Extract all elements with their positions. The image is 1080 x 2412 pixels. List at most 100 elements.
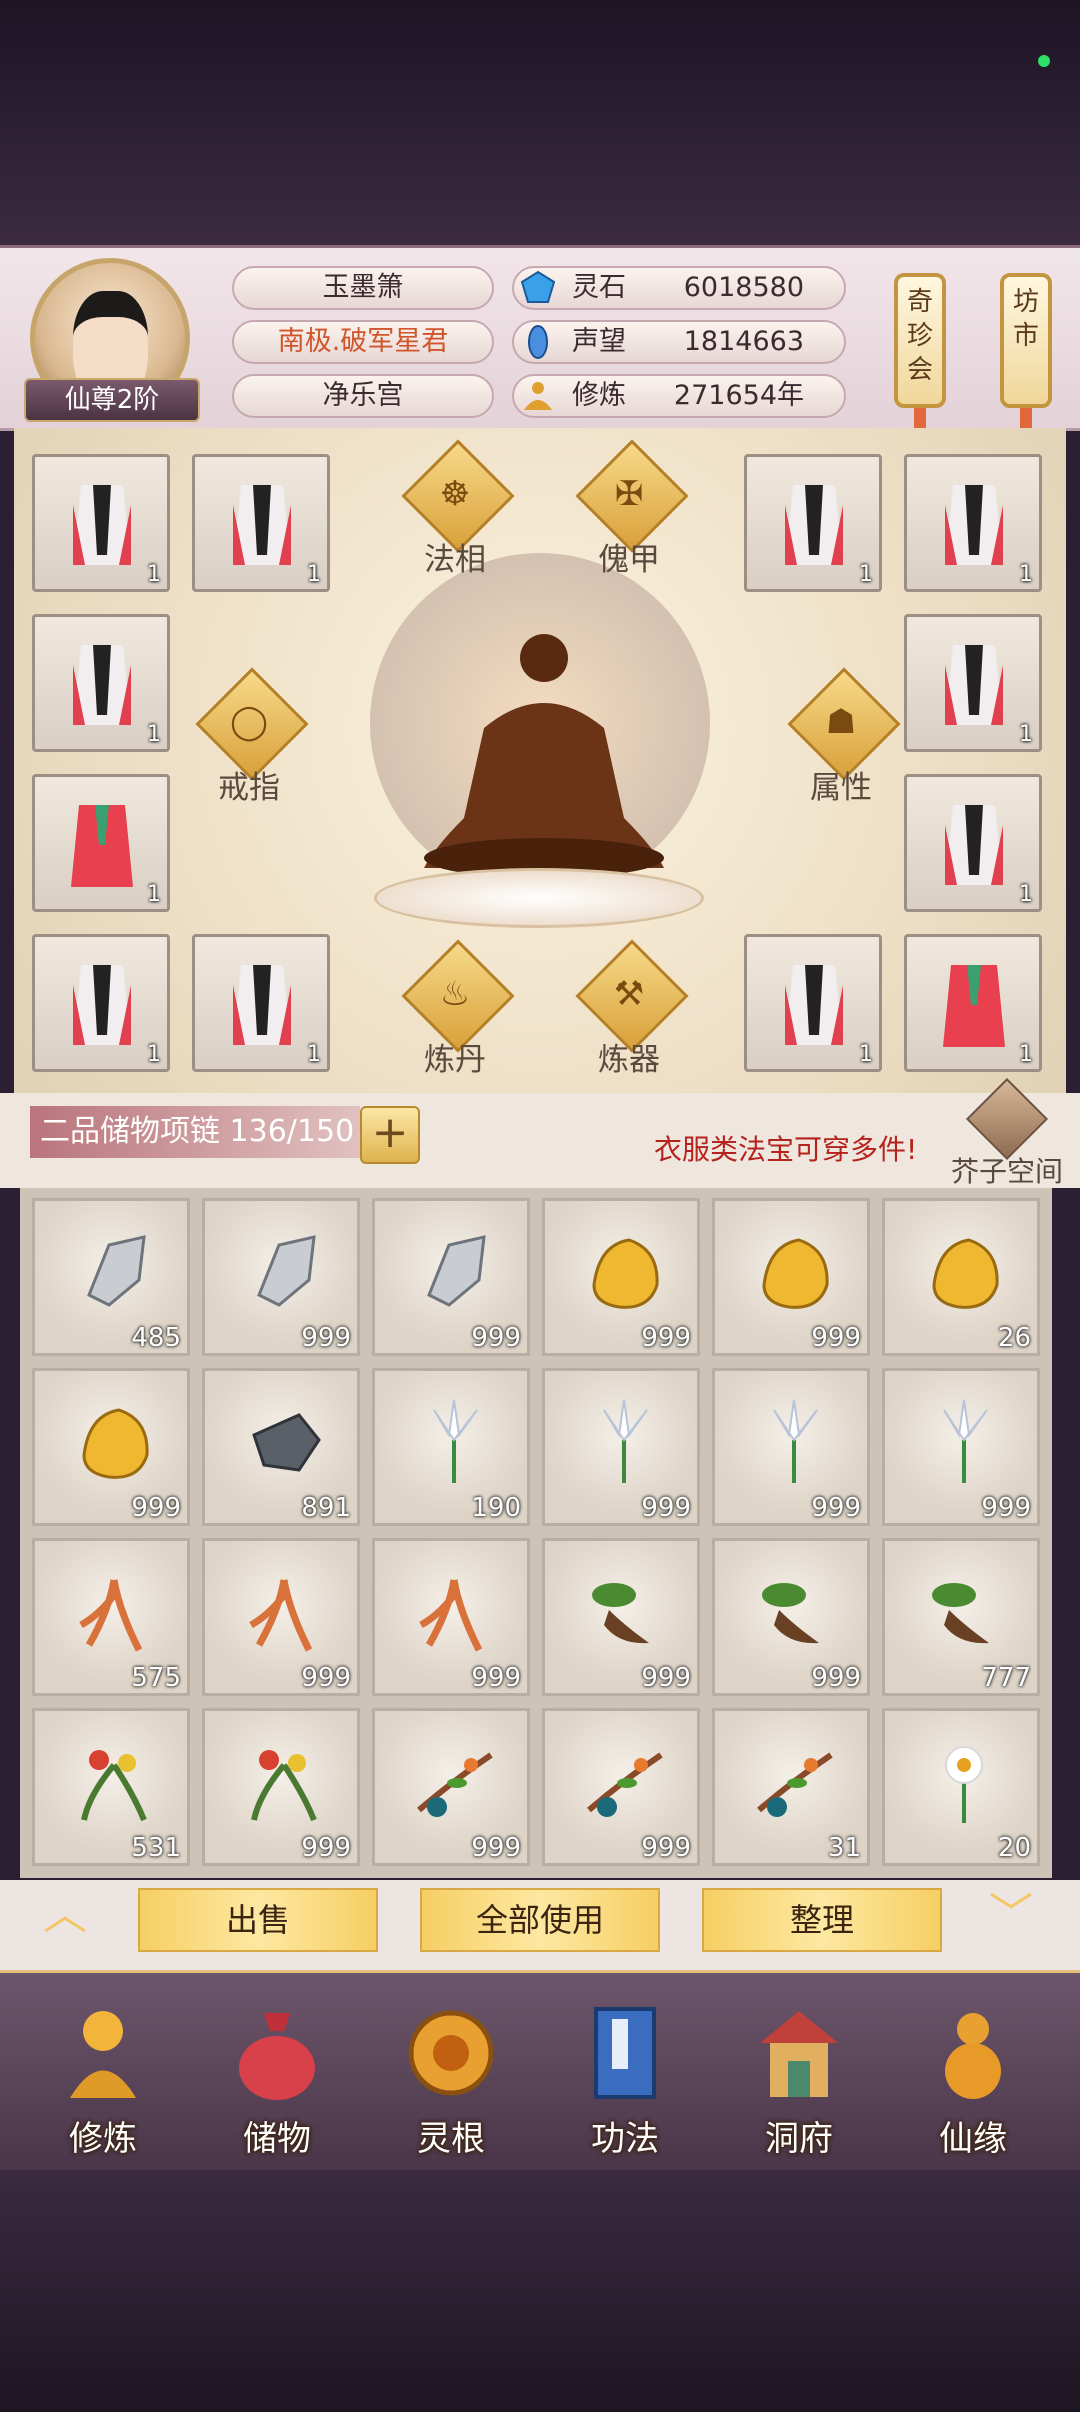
equip-slot[interactable]: 1 (192, 454, 330, 592)
inventory-slot[interactable]: 891 (202, 1368, 360, 1526)
player-sect: 净乐宫 (232, 374, 494, 418)
item-grid: 485 999 999 999 999 26 999 891 190 999 999 999 575 99… (20, 1188, 1052, 1878)
storage-bag-icon (239, 2013, 315, 2100)
item-count: 999 (131, 1493, 181, 1523)
item-count: 999 (641, 1323, 691, 1353)
item-count: 891 (301, 1493, 351, 1523)
inventory-slot[interactable]: 190 (372, 1368, 530, 1526)
sort-button[interactable]: 整理 (702, 1888, 942, 1952)
equip-slot[interactable]: 1 (192, 934, 330, 1072)
equip-slot[interactable]: 1 (904, 454, 1042, 592)
inventory-slot[interactable]: 999 (712, 1198, 870, 1356)
white-lily-icon (433, 1399, 478, 1483)
item-count: 999 (301, 1663, 351, 1693)
scripture-book-icon (594, 2007, 656, 2099)
nav-spirit-root[interactable]: 灵根 (376, 2003, 526, 2163)
inventory-slot[interactable]: 999 (202, 1538, 360, 1696)
inventory-slot[interactable]: 485 (32, 1198, 190, 1356)
item-count: 999 (301, 1323, 351, 1353)
inventory-slot[interactable]: 999 (542, 1708, 700, 1866)
resource-spirit-stone: 灵石 6018580 (512, 266, 846, 310)
equip-slot[interactable]: 1 (32, 614, 170, 752)
dark-ore-icon (252, 1413, 321, 1472)
item-count: 777 (981, 1663, 1031, 1693)
inventory-slot[interactable]: 575 (32, 1538, 190, 1696)
inventory-slot[interactable]: 999 (542, 1368, 700, 1526)
inventory-slot[interactable]: 531 (32, 1708, 190, 1866)
page-up-icon[interactable]: ︿ (30, 1893, 100, 1937)
inventory-slot[interactable]: 999 (372, 1198, 530, 1356)
equip-slot[interactable]: 1 (904, 774, 1042, 912)
item-count: 575 (131, 1663, 181, 1693)
ring-icon: ◯ (229, 702, 269, 742)
gold-ore-icon (932, 1238, 999, 1309)
sell-button[interactable]: 出售 (138, 1888, 378, 1952)
rank-badge: 仙尊2阶 (24, 378, 200, 422)
item-count: 999 (811, 1663, 861, 1693)
inventory-slot[interactable]: 999 (542, 1538, 700, 1696)
berry-branch-icon (417, 1752, 493, 1817)
spirit-root-icon (408, 2010, 494, 2096)
inventory-slot[interactable]: 20 (882, 1708, 1040, 1866)
nav-cave[interactable]: 洞府 (724, 2003, 874, 2163)
gold-ore-icon (592, 1238, 659, 1309)
equip-slot[interactable]: 1 (32, 934, 170, 1072)
inventory-slot[interactable]: 999 (202, 1708, 360, 1866)
alchemy-button[interactable]: ♨ 炼丹 (400, 939, 515, 1088)
equip-slot[interactable]: 1 (32, 774, 170, 912)
cave-house-icon (760, 2011, 838, 2097)
nav-storage[interactable]: 储物 (202, 2003, 352, 2163)
status-indicator (1038, 55, 1050, 67)
expand-storage-button[interactable]: + (360, 1106, 420, 1164)
inventory-slot[interactable]: 999 (32, 1368, 190, 1526)
meditating-silhouette (424, 634, 664, 878)
cultivation-icon (524, 382, 552, 410)
nav-cultivation[interactable]: 修炼 (28, 2003, 178, 2163)
faxiang-button[interactable]: ☸ 法相 (400, 439, 515, 588)
forge-button[interactable]: ⚒ 炼器 (574, 939, 689, 1088)
inventory-slot[interactable]: 999 (202, 1198, 360, 1356)
attributes-button[interactable]: ☗ 属性 (786, 667, 901, 816)
item-count: 999 (471, 1663, 521, 1693)
meditation-icon: ☸ (439, 474, 471, 514)
meditation-pedestal (374, 868, 704, 928)
kuijia-button[interactable]: ✠ 傀甲 (574, 439, 689, 588)
cultivation-monk-icon (70, 2011, 136, 2098)
mustard-space-button[interactable]: 芥子空间 (944, 1077, 1070, 1188)
gourd-icon (945, 2013, 1001, 2099)
inventory-slot[interactable]: 999 (712, 1538, 870, 1696)
nav-fate[interactable]: 仙缘 (898, 2003, 1048, 2163)
inventory-slot[interactable]: 999 (882, 1368, 1040, 1526)
item-count: 999 (641, 1663, 691, 1693)
root-herb-icon (762, 1583, 819, 1644)
resource-reputation: 声望 1814663 (512, 320, 846, 364)
white-lily-icon (773, 1399, 818, 1483)
player-title[interactable]: 南极.破军星君 (232, 320, 494, 364)
nav-techniques[interactable]: 功法 (550, 2003, 700, 2163)
equip-slot[interactable]: 1 (744, 934, 882, 1072)
inventory-slot[interactable]: 999 (372, 1538, 530, 1696)
inventory-slot[interactable]: 31 (712, 1708, 870, 1866)
inventory-slot[interactable]: 26 (882, 1198, 1040, 1356)
inventory-slot[interactable]: 999 (712, 1368, 870, 1526)
market-button[interactable]: 坊市 (1000, 273, 1052, 442)
ginseng-icon (419, 1579, 483, 1652)
root-herb-icon (932, 1583, 989, 1644)
item-count: 999 (471, 1323, 521, 1353)
item-count: 999 (471, 1833, 521, 1863)
resource-cultivation: 修炼 271654年 (512, 374, 846, 418)
equip-slot[interactable]: 1 (744, 454, 882, 592)
red-flower-herb-icon (81, 1750, 147, 1822)
equip-slot[interactable]: 1 (32, 454, 170, 592)
player-name: 玉墨箫 (232, 266, 494, 310)
page-down-icon[interactable]: ﹀ (976, 1893, 1046, 1937)
use-all-button[interactable]: 全部使用 (420, 1888, 660, 1952)
inventory-slot[interactable]: 999 (542, 1198, 700, 1356)
inventory-slot[interactable]: 999 (372, 1708, 530, 1866)
equip-slot[interactable]: 1 (904, 614, 1042, 752)
ring-button[interactable]: ◯ 戒指 (194, 667, 309, 816)
inventory-slot[interactable]: 777 (882, 1538, 1040, 1696)
spirit-stone-icon (520, 270, 556, 303)
equip-slot[interactable]: 1 (904, 934, 1042, 1072)
rare-treasure-shop-button[interactable]: 奇珍会 (894, 273, 946, 442)
